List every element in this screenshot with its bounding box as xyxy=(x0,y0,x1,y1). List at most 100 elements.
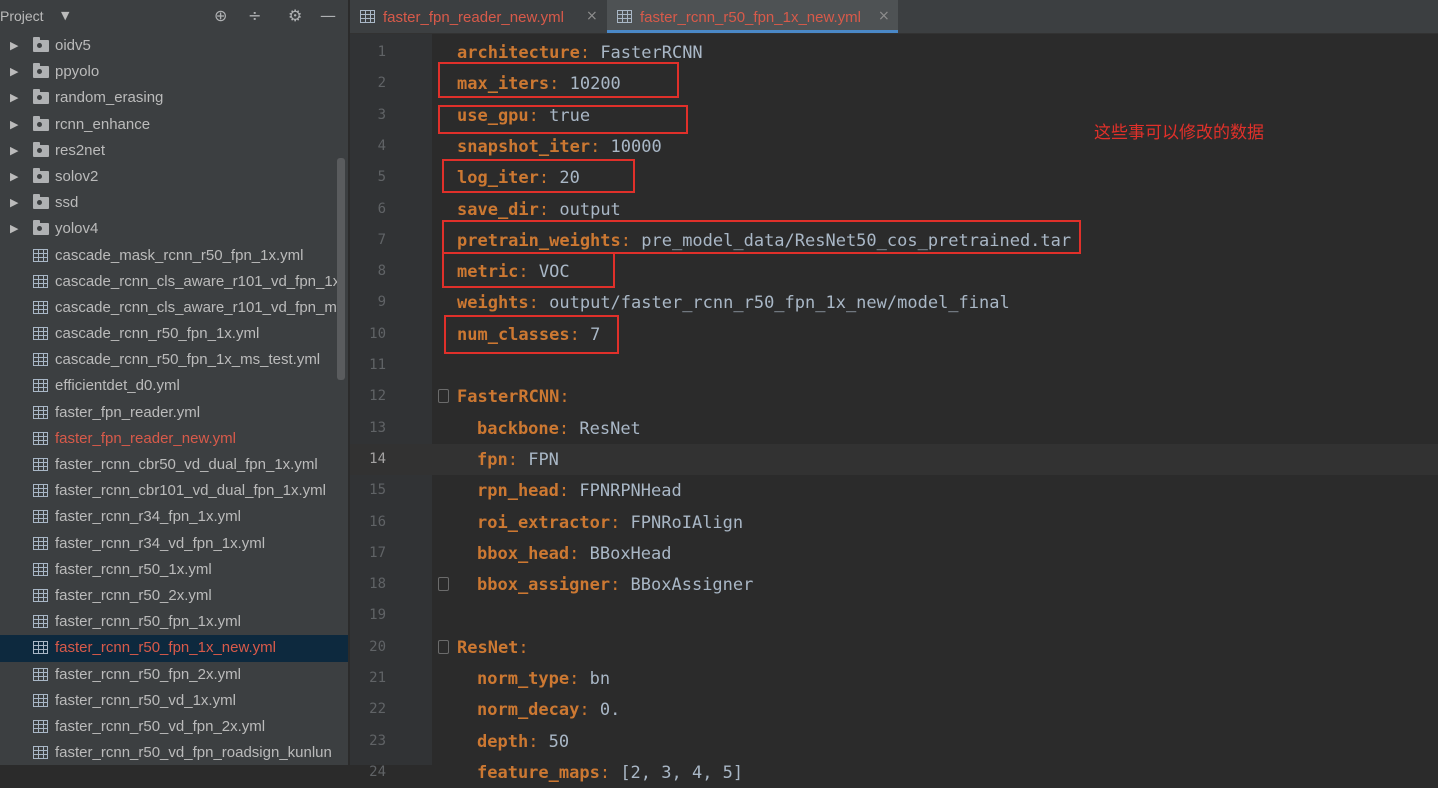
yaml-key: architecture xyxy=(457,43,580,63)
project-view-title[interactable]: Project xyxy=(0,8,44,24)
tree-item-label: faster_rcnn_r50_fpn_1x.yml xyxy=(55,613,241,631)
yaml-colon: : xyxy=(507,449,518,470)
code-line[interactable]: 20 ResNet: xyxy=(350,632,1438,663)
file-row[interactable]: cascade_mask_rcnn_r50_fpn_1x.yml xyxy=(0,243,348,269)
fold-marker-icon[interactable] xyxy=(438,389,449,404)
annotation-highlight-box xyxy=(442,220,1081,254)
expand-arrow-icon[interactable]: ▶ xyxy=(10,91,18,104)
tree-item-label: ssd xyxy=(55,194,79,212)
file-row[interactable]: faster_rcnn_cbr50_vd_dual_fpn_1x.yml xyxy=(0,452,348,478)
folder-row[interactable]: ▶ ppyolo xyxy=(0,59,348,85)
tree-item-label: random_erasing xyxy=(55,89,164,107)
code-line[interactable]: 14 fpn: FPN xyxy=(350,443,1438,476)
folder-row[interactable]: ▶ solov2 xyxy=(0,164,348,190)
file-row[interactable]: faster_rcnn_r34_fpn_1x.yml xyxy=(0,504,348,530)
code-line[interactable]: 19 xyxy=(350,600,1438,631)
yaml-value: BBoxHead xyxy=(579,543,672,564)
annotation-highlight-box xyxy=(442,159,635,193)
folder-row[interactable]: ▶ ssd xyxy=(0,190,348,216)
code-line[interactable]: 11 xyxy=(350,350,1438,381)
yaml-colon: : xyxy=(528,293,539,314)
expand-arrow-icon[interactable]: ▶ xyxy=(10,39,18,52)
locate-file-icon[interactable]: ⊕ xyxy=(214,6,227,26)
code-line[interactable]: 4 snapshot_iter: 10000 xyxy=(350,131,1438,162)
folder-row[interactable]: ▶ random_erasing xyxy=(0,85,348,111)
file-row[interactable]: faster_rcnn_r50_vd_fpn_roadsign_kunlun xyxy=(0,740,348,765)
file-row[interactable]: cascade_rcnn_r50_fpn_1x_ms_test.yml xyxy=(0,347,348,373)
expand-arrow-icon[interactable]: ▶ xyxy=(10,196,18,209)
expand-arrow-icon[interactable]: ▶ xyxy=(10,144,18,157)
file-row[interactable]: efficientdet_d0.yml xyxy=(0,373,348,399)
code-line[interactable]: 17 bbox_head: BBoxHead xyxy=(350,538,1438,569)
file-row[interactable]: faster_rcnn_r50_vd_1x.yml xyxy=(0,688,348,714)
tree-item-label: cascade_rcnn_cls_aware_r101_vd_fpn_ms xyxy=(55,298,345,316)
file-row[interactable]: cascade_rcnn_r50_fpn_1x.yml xyxy=(0,321,348,347)
code-line[interactable]: 23 depth: 50 xyxy=(350,726,1438,757)
code-line[interactable]: 9 weights: output/faster_rcnn_r50_fpn_1x_… xyxy=(350,287,1438,318)
yaml-key: rpn_head xyxy=(477,481,559,502)
expand-arrow-icon[interactable]: ▶ xyxy=(10,222,18,235)
file-row[interactable]: faster_rcnn_cbr101_vd_dual_fpn_1x.yml xyxy=(0,478,348,504)
settings-gear-icon[interactable]: ⚙ xyxy=(288,6,302,26)
hide-panel-icon[interactable]: — xyxy=(320,6,336,26)
code-line[interactable]: 12 FasterRCNN: xyxy=(350,381,1438,412)
fold-marker-icon[interactable] xyxy=(438,639,449,654)
file-row[interactable]: cascade_rcnn_cls_aware_r101_vd_fpn_ms xyxy=(0,295,348,321)
code-line[interactable]: 18 bbox_assigner: BBoxAssigner xyxy=(350,569,1438,600)
fold-marker-icon[interactable] xyxy=(438,577,449,592)
file-row[interactable]: faster_rcnn_r50_fpn_2x.yml xyxy=(0,662,348,688)
file-row[interactable]: faster_fpn_reader_new.yml xyxy=(0,426,348,452)
line-number: 9 xyxy=(377,294,386,311)
expand-arrow-icon[interactable]: ▶ xyxy=(10,65,18,78)
expand-arrow-icon[interactable]: ▶ xyxy=(10,170,18,183)
close-tab-icon[interactable]: × xyxy=(586,8,598,24)
view-dropdown-icon[interactable]: ▼ xyxy=(61,9,69,22)
line-number: 20 xyxy=(369,638,386,655)
yaml-key: roi_extractor xyxy=(477,512,611,533)
folder-row[interactable]: ▶ yolov4 xyxy=(0,216,348,242)
file-row[interactable]: faster_rcnn_r50_fpn_1x_new.yml xyxy=(0,635,348,662)
editor-tab[interactable]: faster_rcnn_r50_fpn_1x_new.yml × xyxy=(607,0,898,33)
code-line[interactable]: 13 backbone: ResNet xyxy=(350,413,1438,444)
tree-item-label: cascade_rcnn_r50_fpn_1x.yml xyxy=(55,325,260,343)
line-number: 15 xyxy=(369,482,386,499)
yaml-colon: : xyxy=(569,543,580,564)
file-row[interactable]: faster_rcnn_r34_vd_fpn_1x.yml xyxy=(0,531,348,557)
sidebar-scrollbar[interactable] xyxy=(337,158,345,380)
tree-item-label: faster_rcnn_r34_vd_fpn_1x.yml xyxy=(55,534,266,552)
tree-item-label: faster_rcnn_r34_fpn_1x.yml xyxy=(55,508,241,526)
code-line[interactable]: 24 feature_maps: [2, 3, 4, 5] xyxy=(350,757,1438,788)
line-number: 5 xyxy=(377,169,386,186)
yaml-key: save_dir xyxy=(457,199,539,220)
editor-tab[interactable]: faster_fpn_reader_new.yml × xyxy=(350,0,605,33)
code-line[interactable]: 21 norm_type: bn xyxy=(350,663,1438,694)
close-tab-icon[interactable]: × xyxy=(878,8,890,24)
tree-item-label: faster_rcnn_r50_vd_fpn_2x.yml xyxy=(55,717,266,735)
yaml-key: weights xyxy=(457,293,529,314)
tree-item-label: faster_rcnn_r50_fpn_2x.yml xyxy=(55,665,241,683)
yaml-value: FasterRCNN xyxy=(590,43,703,63)
file-row[interactable]: faster_rcnn_r50_1x.yml xyxy=(0,557,348,583)
yaml-entry: weights: output/faster_rcnn_r50_fpn_1x_n… xyxy=(457,293,1010,313)
yaml-key: feature_maps xyxy=(477,762,600,783)
expand-arrow-icon[interactable]: ▶ xyxy=(10,118,18,131)
file-row[interactable]: cascade_rcnn_cls_aware_r101_vd_fpn_1x xyxy=(0,269,348,295)
code-line[interactable]: 15 rpn_head: FPNRPNHead xyxy=(350,475,1438,506)
folder-row[interactable]: ▶ rcnn_enhance xyxy=(0,112,348,138)
tree-item-label: faster_rcnn_cbr101_vd_dual_fpn_1x.yml xyxy=(55,482,327,500)
line-number: 24 xyxy=(369,763,386,780)
code-line[interactable]: 22 norm_decay: 0. xyxy=(350,694,1438,725)
file-row[interactable]: faster_rcnn_r50_fpn_1x.yml xyxy=(0,609,348,635)
project-sidebar: Project ▼ ⊕ ÷ ⚙ — ▶ oidv5 ▶ ppyolo ▶ random_e… xyxy=(0,0,348,765)
annotation-highlight-box xyxy=(442,252,615,288)
yaml-key: bbox_assigner xyxy=(477,575,611,596)
line-number: 2 xyxy=(377,75,386,92)
code-line[interactable]: 16 roi_extractor: FPNRoIAlign xyxy=(350,507,1438,538)
collapse-all-icon[interactable]: ÷ xyxy=(248,6,261,26)
file-row[interactable]: faster_fpn_reader.yml xyxy=(0,400,348,426)
yaml-file-icon xyxy=(33,746,48,760)
folder-row[interactable]: ▶ oidv5 xyxy=(0,33,348,59)
file-row[interactable]: faster_rcnn_r50_vd_fpn_2x.yml xyxy=(0,714,348,740)
folder-row[interactable]: ▶ res2net xyxy=(0,138,348,164)
file-row[interactable]: faster_rcnn_r50_2x.yml xyxy=(0,583,348,609)
